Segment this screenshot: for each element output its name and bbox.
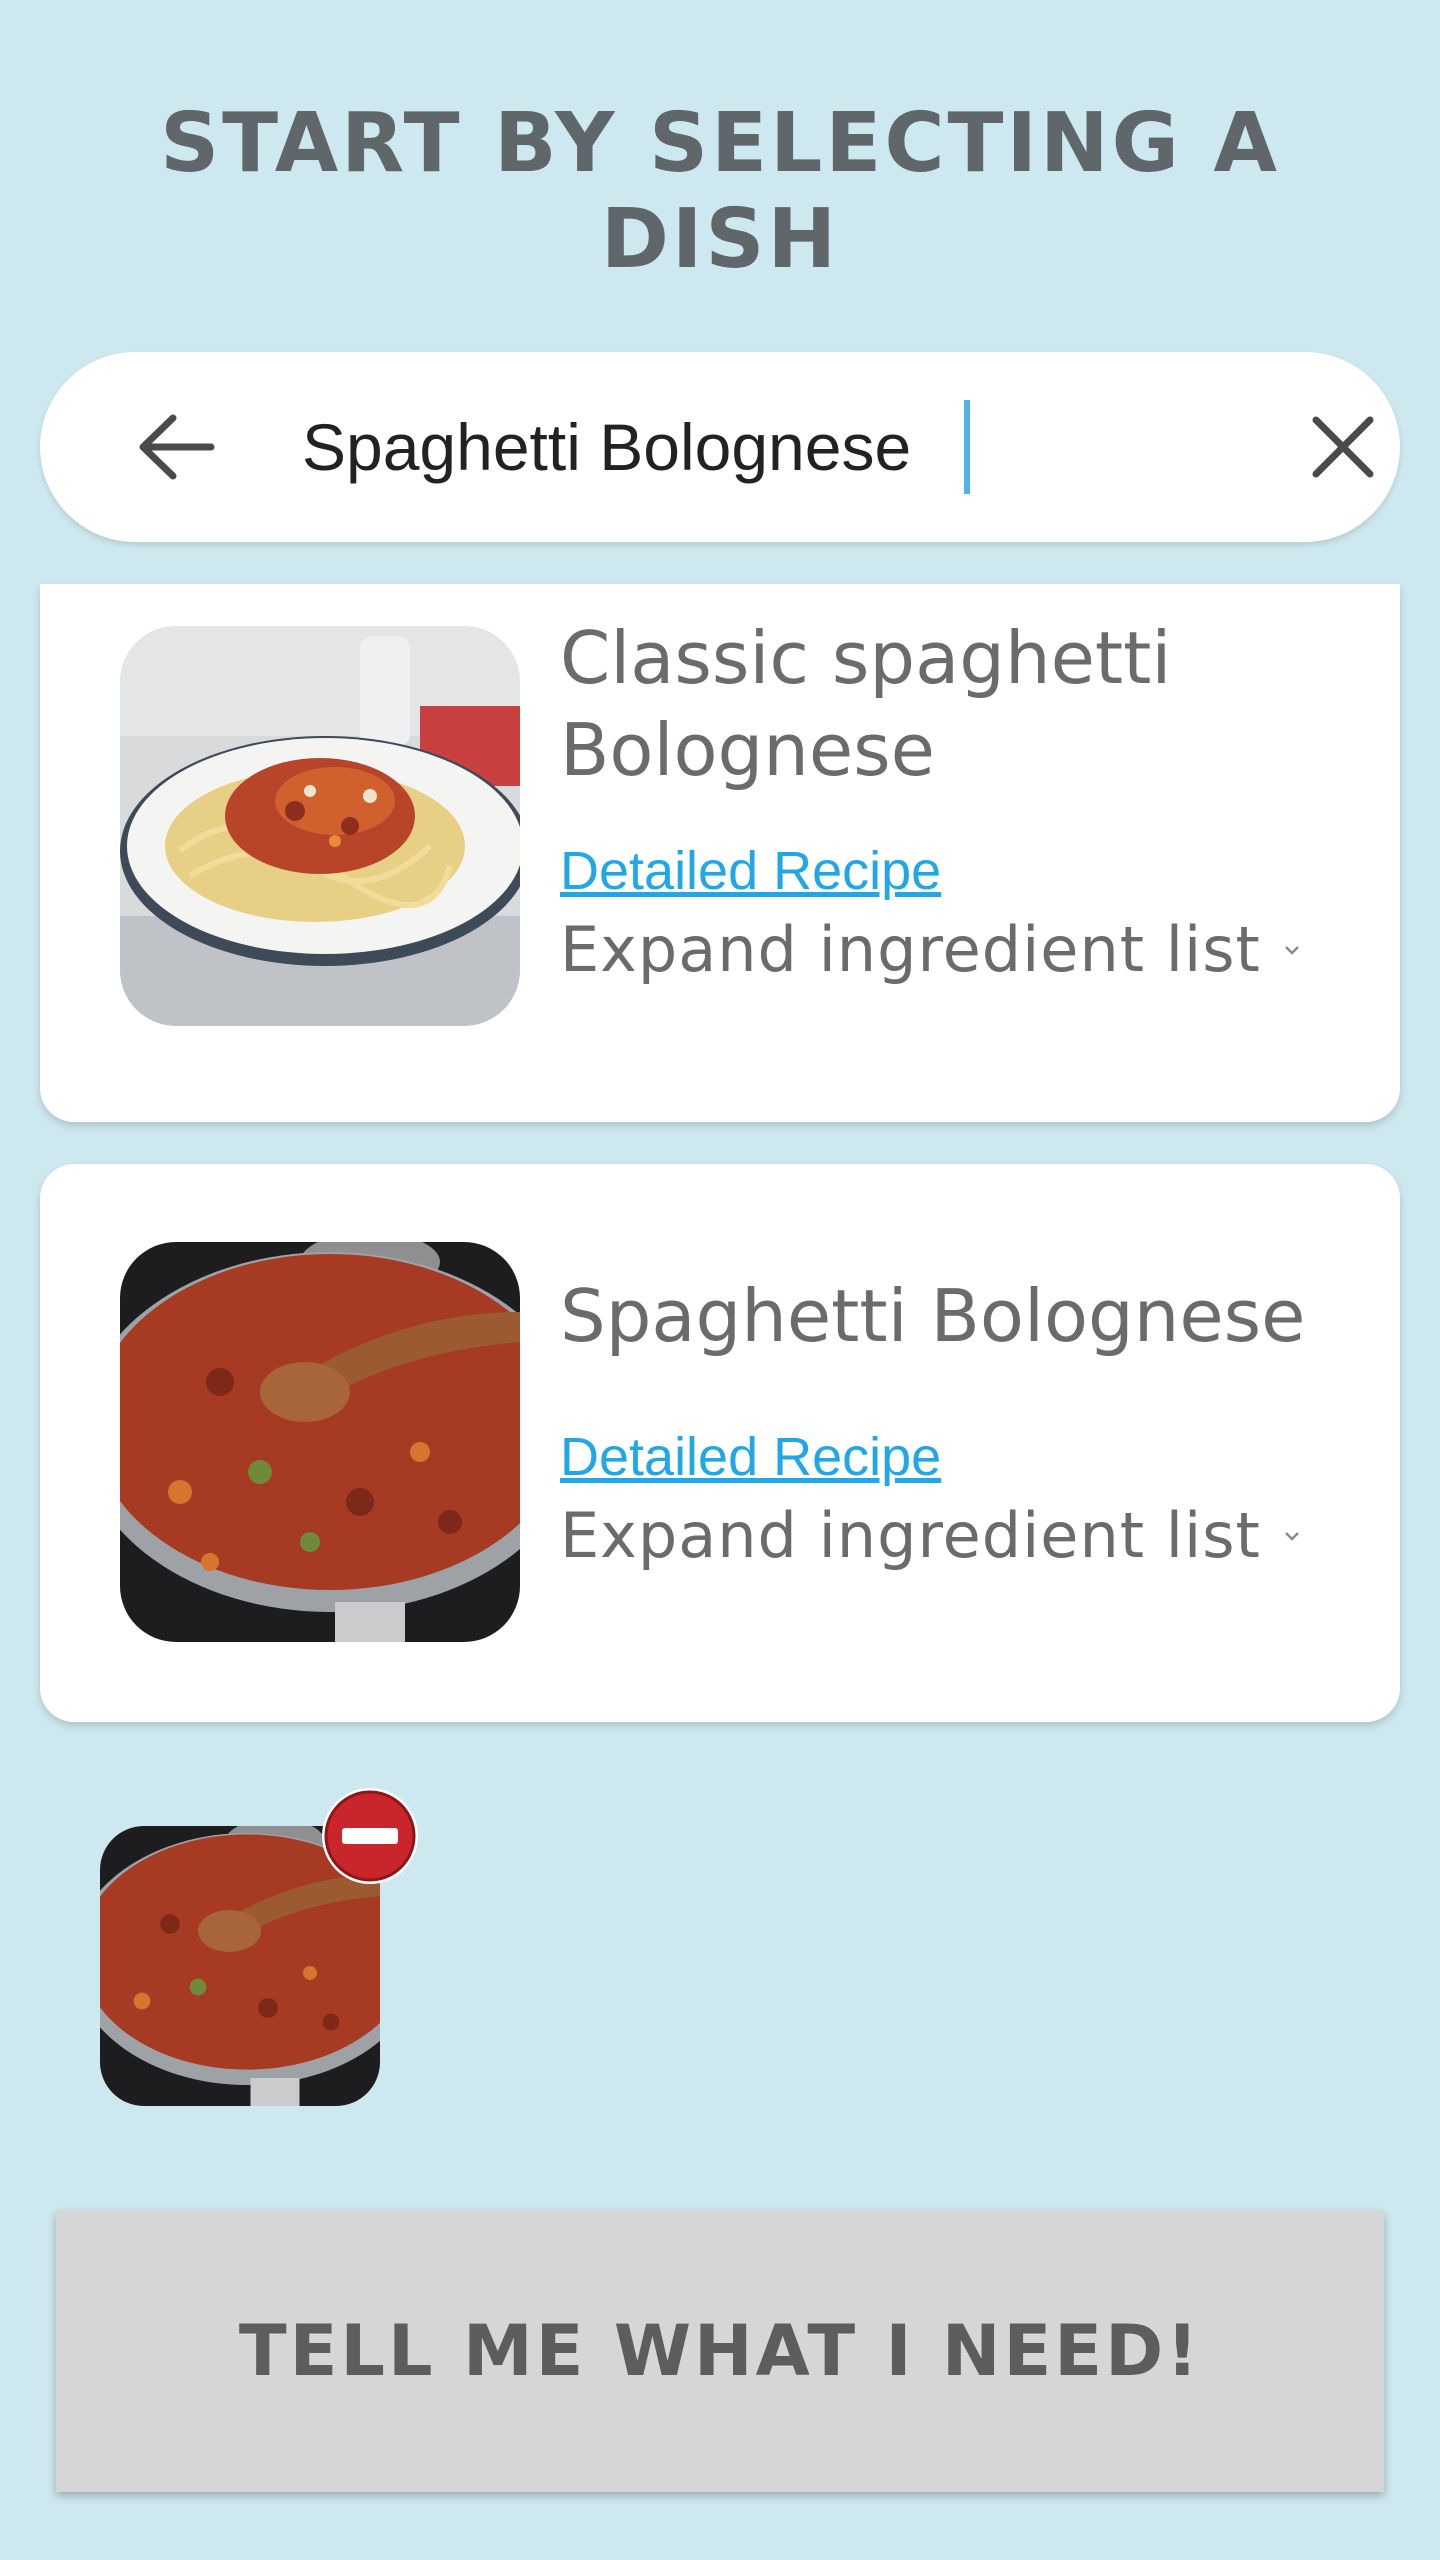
result-card-classic-spaghetti-bolognese[interactable]: Classic spaghetti Bolognese Detailed Rec… (40, 584, 1400, 1122)
detailed-recipe-link[interactable]: Detailed Recipe (560, 840, 941, 902)
page-title: START BY SELECTING A DISH (160, 96, 1280, 287)
tell-me-what-i-need-button[interactable]: TELL ME WHAT I NEED! (56, 2210, 1384, 2492)
search-bar[interactable] (40, 352, 1400, 542)
detailed-recipe-link[interactable]: Detailed Recipe (560, 1426, 941, 1488)
recipe-title: Classic spaghetti Bolognese (560, 616, 1172, 792)
bolognese-sauce-pan-photo (120, 1242, 520, 1642)
remove-circle-icon[interactable] (320, 1786, 420, 1886)
expand-ingredient-list-toggle[interactable]: Expand ingredient list (560, 904, 1301, 994)
chevron-down-icon (1283, 1528, 1301, 1542)
expand-ingredient-list-toggle[interactable]: Expand ingredient list (560, 1490, 1301, 1580)
plated-spaghetti-bolognese-photo (120, 626, 520, 1026)
recipe-title: Spaghetti Bolognese (560, 1274, 1306, 1358)
expand-ingredient-list-label: Expand ingredient list (560, 912, 1261, 986)
result-card-spaghetti-bolognese[interactable]: Spaghetti Bolognese Detailed Recipe Expa… (40, 1164, 1400, 1722)
expand-ingredient-list-label: Expand ingredient list (560, 1498, 1261, 1572)
text-cursor (964, 400, 970, 494)
close-icon[interactable] (1310, 414, 1376, 480)
arrow-left-icon[interactable] (135, 412, 217, 482)
search-input[interactable] (302, 392, 1002, 502)
chevron-down-icon (1283, 942, 1301, 956)
